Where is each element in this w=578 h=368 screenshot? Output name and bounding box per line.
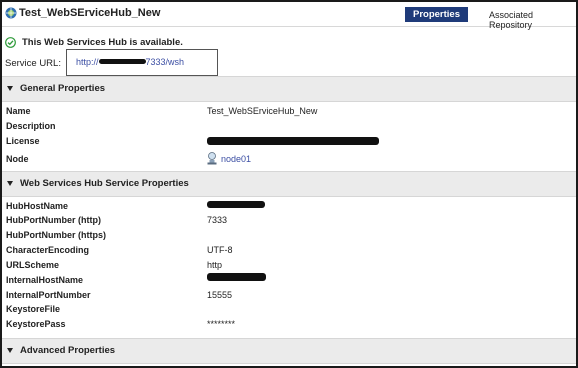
panel-header: Test_WebSErviceHub_New Properties Associ… [2, 2, 576, 30]
internal-port-number-value: 15555 [207, 290, 233, 300]
url-scheme-value: http [207, 260, 223, 270]
section-title: Web Services Hub Service Properties [20, 178, 189, 189]
hub-port-http-value: 7333 [207, 215, 228, 225]
internal-port-number-label: InternalPortNumber [6, 290, 91, 300]
service-title: Test_WebSErviceHub_New [19, 7, 161, 19]
section-title: General Properties [20, 83, 106, 94]
section-general-properties[interactable]: General Properties [2, 76, 576, 102]
name-value: Test_WebSErviceHub_New [207, 106, 318, 116]
tab-associated-repository[interactable]: Associated Repository [489, 10, 576, 30]
service-url-prefix: http:// [76, 57, 99, 67]
node-link[interactable]: node01 [221, 154, 251, 164]
redacted-license-value [207, 137, 379, 145]
hub-port-https-label: HubPortNumber (https) [6, 230, 106, 240]
character-encoding-value: UTF-8 [207, 245, 233, 255]
web-service-hub-icon [5, 7, 17, 19]
redacted-hostname [98, 59, 146, 64]
collapse-arrow-icon [7, 86, 13, 91]
keystore-pass-label: KeystorePass [6, 319, 66, 329]
tab-properties[interactable]: Properties [405, 7, 468, 22]
keystore-pass-value: ******** [207, 319, 236, 329]
hub-host-name-label: HubHostName [6, 201, 69, 211]
section-hub-service-properties[interactable]: Web Services Hub Service Properties [2, 171, 576, 197]
section-advanced-properties[interactable]: Advanced Properties [2, 338, 576, 364]
hub-port-http-label: HubPortNumber (http) [6, 215, 101, 225]
availability-status: This Web Services Hub is available. [22, 37, 183, 48]
service-url-suffix: 7333/wsh [145, 57, 185, 67]
description-label: Description [6, 121, 56, 131]
service-url-link[interactable]: http:// 7333/wsh [76, 57, 184, 67]
keystore-file-label: KeystoreFile [6, 304, 61, 314]
name-label: Name [6, 106, 31, 116]
license-label: License [6, 136, 40, 146]
redacted-internal-host-name [207, 273, 266, 281]
collapse-arrow-icon [7, 181, 13, 186]
node-label: Node [6, 154, 29, 164]
collapse-arrow-icon [7, 348, 13, 353]
character-encoding-label: CharacterEncoding [6, 245, 90, 255]
redacted-hub-host-name [207, 201, 265, 208]
node-icon [207, 152, 217, 165]
service-url-label: Service URL: [5, 58, 61, 69]
url-scheme-label: URLScheme [6, 260, 60, 270]
check-circle-icon [5, 37, 16, 48]
properties-panel: Test_WebSErviceHub_New Properties Associ… [0, 0, 578, 368]
internal-host-name-label: InternalHostName [6, 275, 84, 285]
section-title: Advanced Properties [20, 345, 116, 356]
